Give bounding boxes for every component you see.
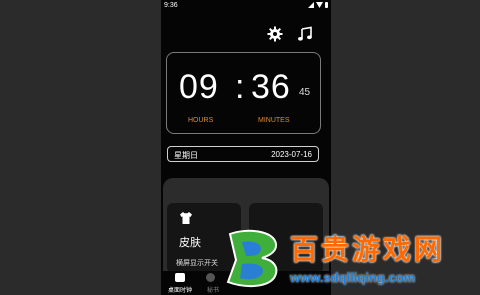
clock-display: 09 : 36 45 HOURS MINUTES (166, 52, 321, 134)
app-screen: 9:36 09: 36 45 HOURS MINUTES 星期日 2023-0… (161, 0, 331, 295)
gear-icon (267, 26, 283, 42)
toolbar (161, 26, 331, 44)
status-icons (308, 2, 328, 8)
skin-card[interactable]: 皮肤 横屏显示开关 (167, 203, 241, 273)
nav-second-label: 秘书 (206, 288, 219, 294)
music-icon (298, 26, 312, 41)
landscape-toggle-label: 横屏显示开关 (176, 260, 218, 267)
feature-card[interactable] (249, 203, 323, 273)
clock-separator: : (235, 68, 245, 106)
clock-hours: 09 (179, 68, 219, 106)
wifi-icon (316, 2, 323, 8)
clock-tab-icon (175, 273, 185, 282)
settings-button[interactable] (267, 26, 283, 42)
nav-item-second[interactable]: 秘书 (198, 271, 228, 295)
shirt-icon (180, 212, 192, 224)
date: 2023-07-16 (271, 150, 312, 159)
signal-icon (308, 2, 314, 8)
hours-label: HOURS (188, 117, 214, 124)
status-time: 9:36 (164, 2, 178, 9)
music-button[interactable] (297, 26, 313, 42)
minutes-label: MINUTES (258, 117, 290, 124)
secondary-tab-icon (206, 273, 215, 282)
nav-clock-label: 桌面时钟 (167, 288, 192, 294)
bottom-nav: 桌面时钟 秘书 (161, 271, 331, 295)
nav-item-clock[interactable]: 桌面时钟 (165, 271, 195, 295)
skin-title: 皮肤 (179, 237, 201, 249)
clock-minutes: 36 (251, 68, 291, 106)
status-bar: 9:36 (161, 0, 331, 12)
battery-icon (325, 2, 328, 8)
date-bar: 星期日 2023-07-16 (167, 146, 319, 162)
weekday: 星期日 (174, 151, 198, 160)
clock-seconds: 45 (299, 87, 311, 98)
